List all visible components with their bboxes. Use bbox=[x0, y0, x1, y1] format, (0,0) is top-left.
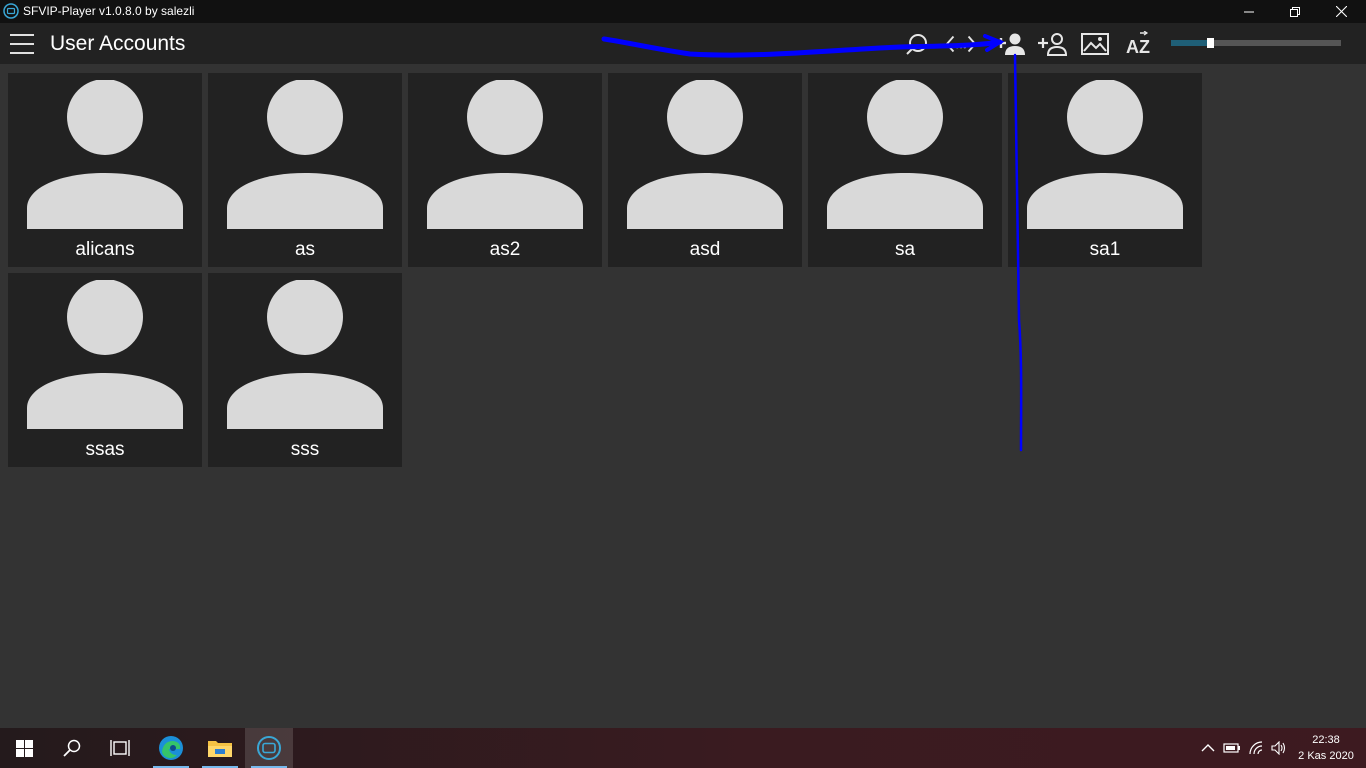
task-view-icon bbox=[110, 740, 130, 756]
user-avatar-icon bbox=[27, 80, 183, 229]
restore-icon bbox=[1290, 6, 1300, 17]
file-explorer-taskbar[interactable] bbox=[196, 728, 244, 768]
start-button[interactable] bbox=[0, 728, 48, 768]
image-icon bbox=[1081, 33, 1109, 55]
account-card[interactable]: alicans bbox=[8, 73, 202, 267]
add-user-outline-button[interactable] bbox=[1036, 29, 1068, 59]
user-avatar-icon bbox=[1027, 80, 1183, 229]
sort-az-icon: AZ bbox=[1126, 31, 1150, 57]
sfvip-player-taskbar[interactable] bbox=[245, 728, 293, 768]
sfvip-player-icon bbox=[257, 736, 281, 760]
account-card[interactable]: asd bbox=[608, 73, 802, 267]
network-status[interactable] bbox=[1248, 740, 1266, 756]
app-header: User Accounts AZ bbox=[0, 23, 1366, 64]
close-button[interactable] bbox=[1318, 0, 1364, 23]
add-user-button[interactable] bbox=[994, 29, 1026, 59]
account-name: alicans bbox=[75, 239, 135, 260]
code-edit-icon bbox=[945, 35, 977, 53]
show-hidden-icons-button[interactable] bbox=[1199, 740, 1217, 756]
sort-az-button[interactable]: AZ bbox=[1122, 29, 1154, 59]
file-explorer-icon bbox=[208, 741, 232, 757]
menu-button[interactable] bbox=[8, 32, 36, 56]
app-logo-icon bbox=[3, 3, 19, 19]
account-name: asd bbox=[689, 239, 721, 260]
user-avatar-icon bbox=[627, 80, 783, 229]
search-icon bbox=[63, 739, 81, 757]
account-card[interactable]: sss bbox=[208, 273, 402, 467]
sort-label: AZ bbox=[1126, 37, 1150, 57]
title-bar: SFVIP-Player v1.0.8.0 by salezli bbox=[0, 0, 1366, 23]
volume-control[interactable] bbox=[1270, 740, 1288, 756]
account-card[interactable]: as bbox=[208, 73, 402, 267]
account-name: sss bbox=[290, 439, 320, 460]
user-avatar-icon bbox=[27, 280, 183, 429]
app-window: SFVIP-Player v1.0.8.0 by salezli User Ac… bbox=[0, 0, 1366, 768]
account-card[interactable]: sa bbox=[808, 73, 1002, 267]
add-user-icon bbox=[996, 33, 1025, 55]
edge-browser-taskbar[interactable] bbox=[147, 728, 195, 768]
hamburger-menu-icon bbox=[10, 34, 34, 54]
slider-fill bbox=[1171, 40, 1211, 46]
clock-time: 22:38 bbox=[1312, 734, 1340, 746]
page-title: User Accounts bbox=[50, 32, 186, 55]
minimize-button[interactable] bbox=[1226, 0, 1272, 23]
window-title: SFVIP-Player v1.0.8.0 by salezli bbox=[23, 4, 195, 18]
account-card[interactable]: ssas bbox=[8, 273, 202, 467]
wifi-icon bbox=[1249, 741, 1263, 755]
user-avatar-icon bbox=[827, 80, 983, 229]
user-avatar-icon bbox=[227, 80, 383, 229]
minimize-icon bbox=[1244, 11, 1254, 12]
slider-thumb[interactable] bbox=[1207, 38, 1215, 48]
close-icon bbox=[1335, 6, 1347, 17]
restore-button[interactable] bbox=[1272, 0, 1318, 23]
zoom-slider[interactable] bbox=[1171, 38, 1341, 48]
account-card[interactable]: as2 bbox=[408, 73, 602, 267]
volume-icon bbox=[1271, 741, 1286, 755]
battery-status[interactable] bbox=[1223, 740, 1241, 756]
account-card[interactable]: sa1 bbox=[1008, 73, 1202, 267]
task-view-button[interactable] bbox=[96, 728, 144, 768]
image-button[interactable] bbox=[1079, 29, 1111, 59]
battery-icon bbox=[1223, 743, 1240, 753]
account-name: as bbox=[294, 239, 316, 260]
search-button[interactable] bbox=[901, 29, 933, 59]
account-name: sa1 bbox=[1089, 239, 1121, 260]
add-user-outline-icon bbox=[1038, 33, 1067, 56]
search-icon bbox=[906, 34, 927, 55]
chevron-up-icon bbox=[1201, 744, 1215, 752]
account-name: sa bbox=[894, 239, 916, 260]
account-name: ssas bbox=[85, 439, 125, 460]
taskbar-clock[interactable]: 22:38 2 Kas 2020 bbox=[1296, 732, 1356, 764]
taskbar-search-button[interactable] bbox=[48, 728, 96, 768]
edge-browser-icon bbox=[159, 736, 183, 760]
windows-start-icon bbox=[15, 739, 33, 757]
user-avatar-icon bbox=[227, 280, 383, 429]
edit-code-button[interactable] bbox=[945, 29, 977, 59]
windows-taskbar: 22:38 2 Kas 2020 bbox=[0, 728, 1366, 768]
account-name: as2 bbox=[489, 239, 521, 260]
user-avatar-icon bbox=[427, 80, 583, 229]
clock-date: 2 Kas 2020 bbox=[1298, 750, 1354, 762]
